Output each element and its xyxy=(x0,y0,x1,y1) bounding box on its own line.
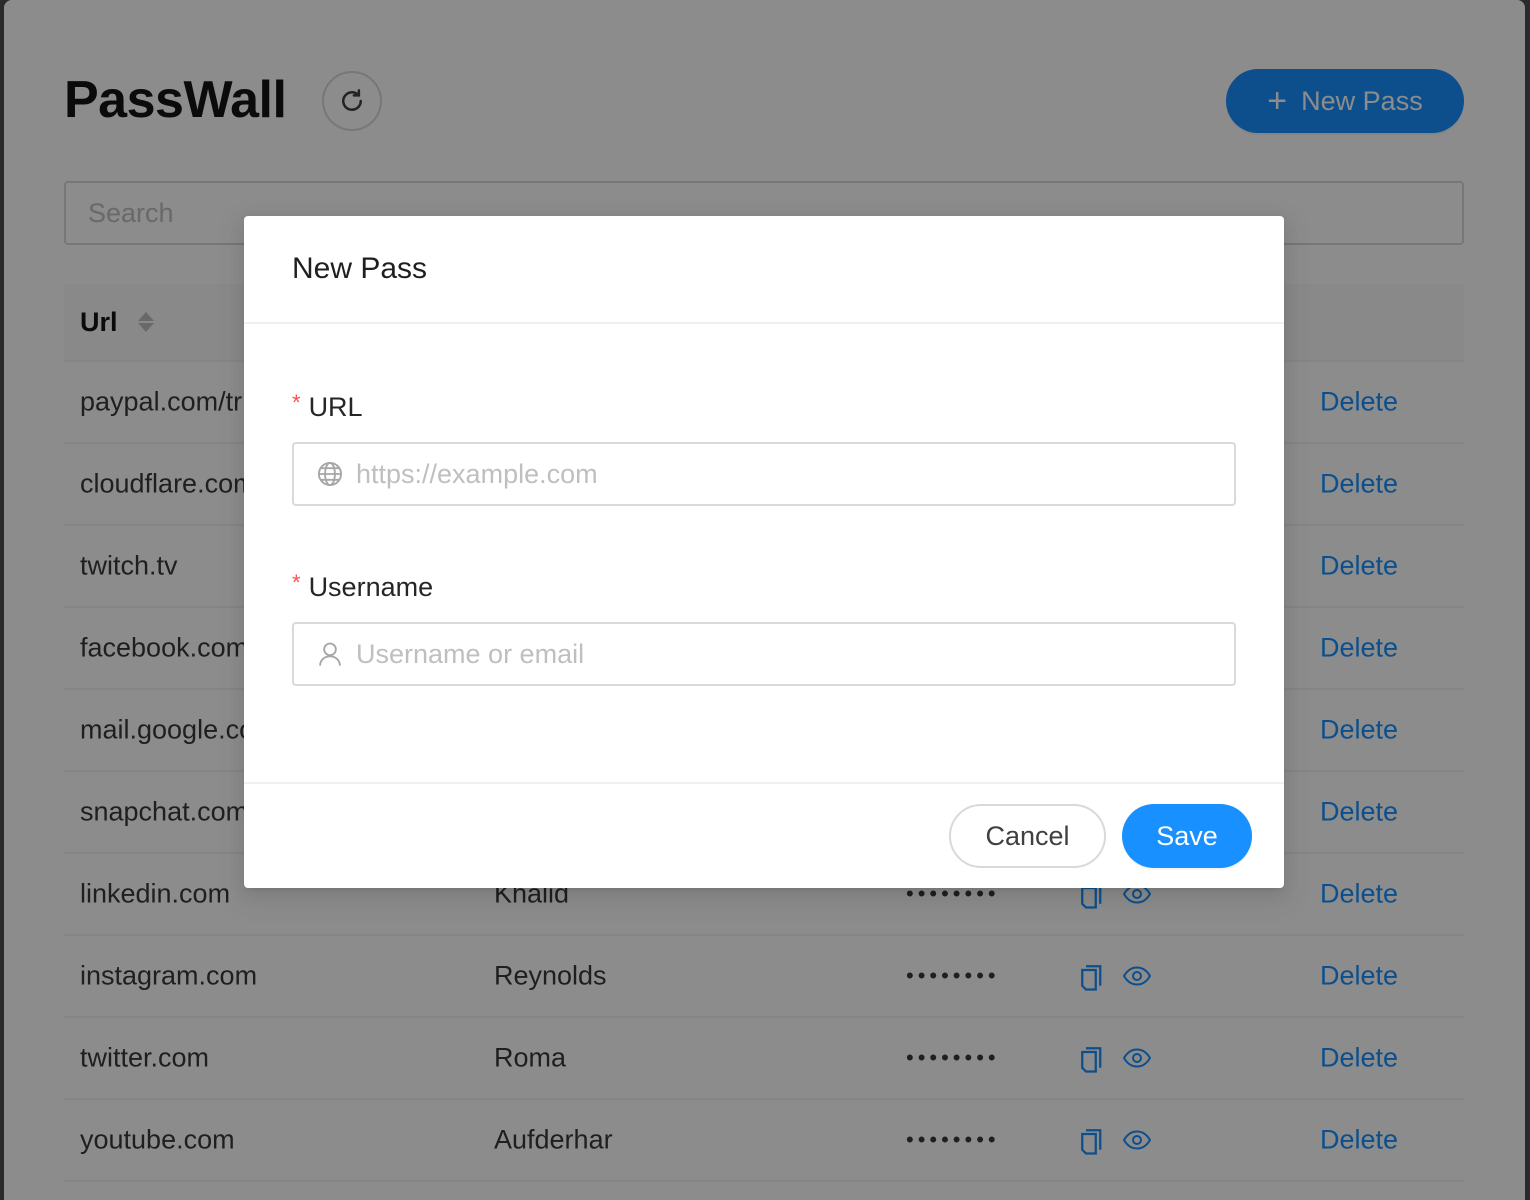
username-label: * Username xyxy=(292,570,434,603)
url-placeholder: https://example.com xyxy=(356,458,598,489)
required-marker: * xyxy=(292,570,301,595)
username-placeholder: Username or email xyxy=(356,638,585,669)
modal-title: New Pass xyxy=(244,216,1284,324)
globe-icon xyxy=(317,461,343,487)
new-pass-modal: New Pass * URL https://example.com * Use… xyxy=(244,216,1284,888)
user-icon xyxy=(319,642,341,666)
app-window: PassWall + New Pass Search Url paypal.co… xyxy=(4,0,1525,1200)
username-input[interactable]: Username or email xyxy=(292,622,1236,686)
save-button[interactable]: Save xyxy=(1122,804,1252,868)
url-label: * URL xyxy=(292,390,363,423)
cancel-button[interactable]: Cancel xyxy=(949,804,1106,868)
required-marker: * xyxy=(292,390,301,415)
url-input[interactable]: https://example.com xyxy=(292,442,1236,506)
modal-footer: Cancel Save xyxy=(244,782,1284,888)
